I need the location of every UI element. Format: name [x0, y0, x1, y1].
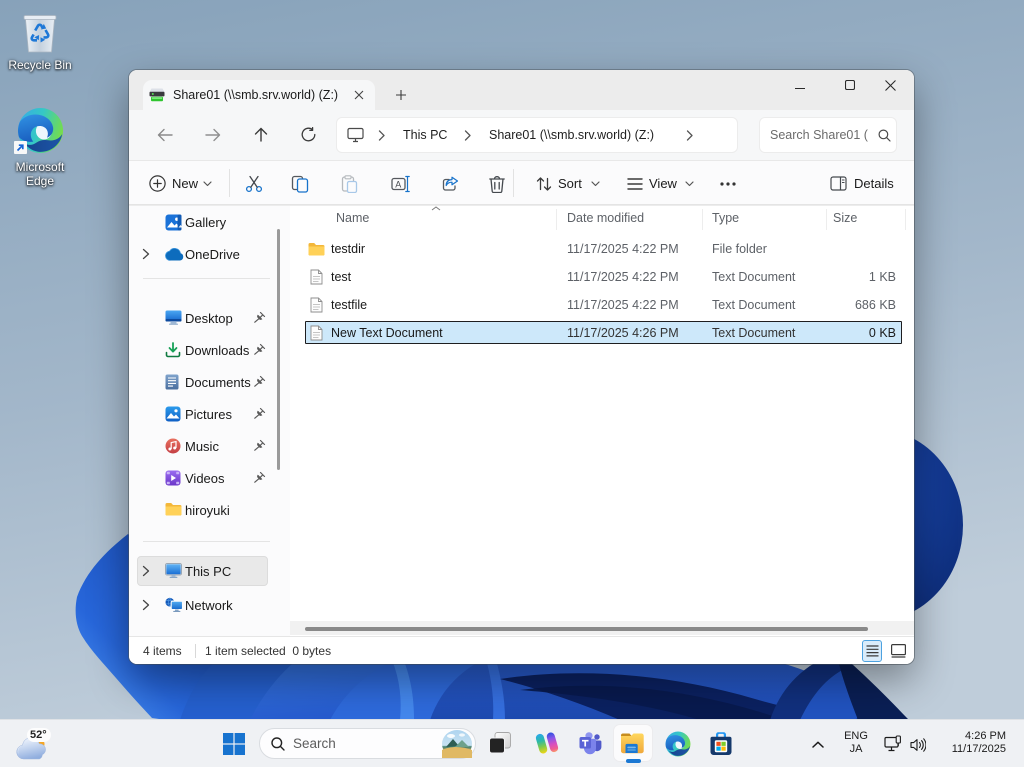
svg-text:A: A — [395, 179, 401, 189]
